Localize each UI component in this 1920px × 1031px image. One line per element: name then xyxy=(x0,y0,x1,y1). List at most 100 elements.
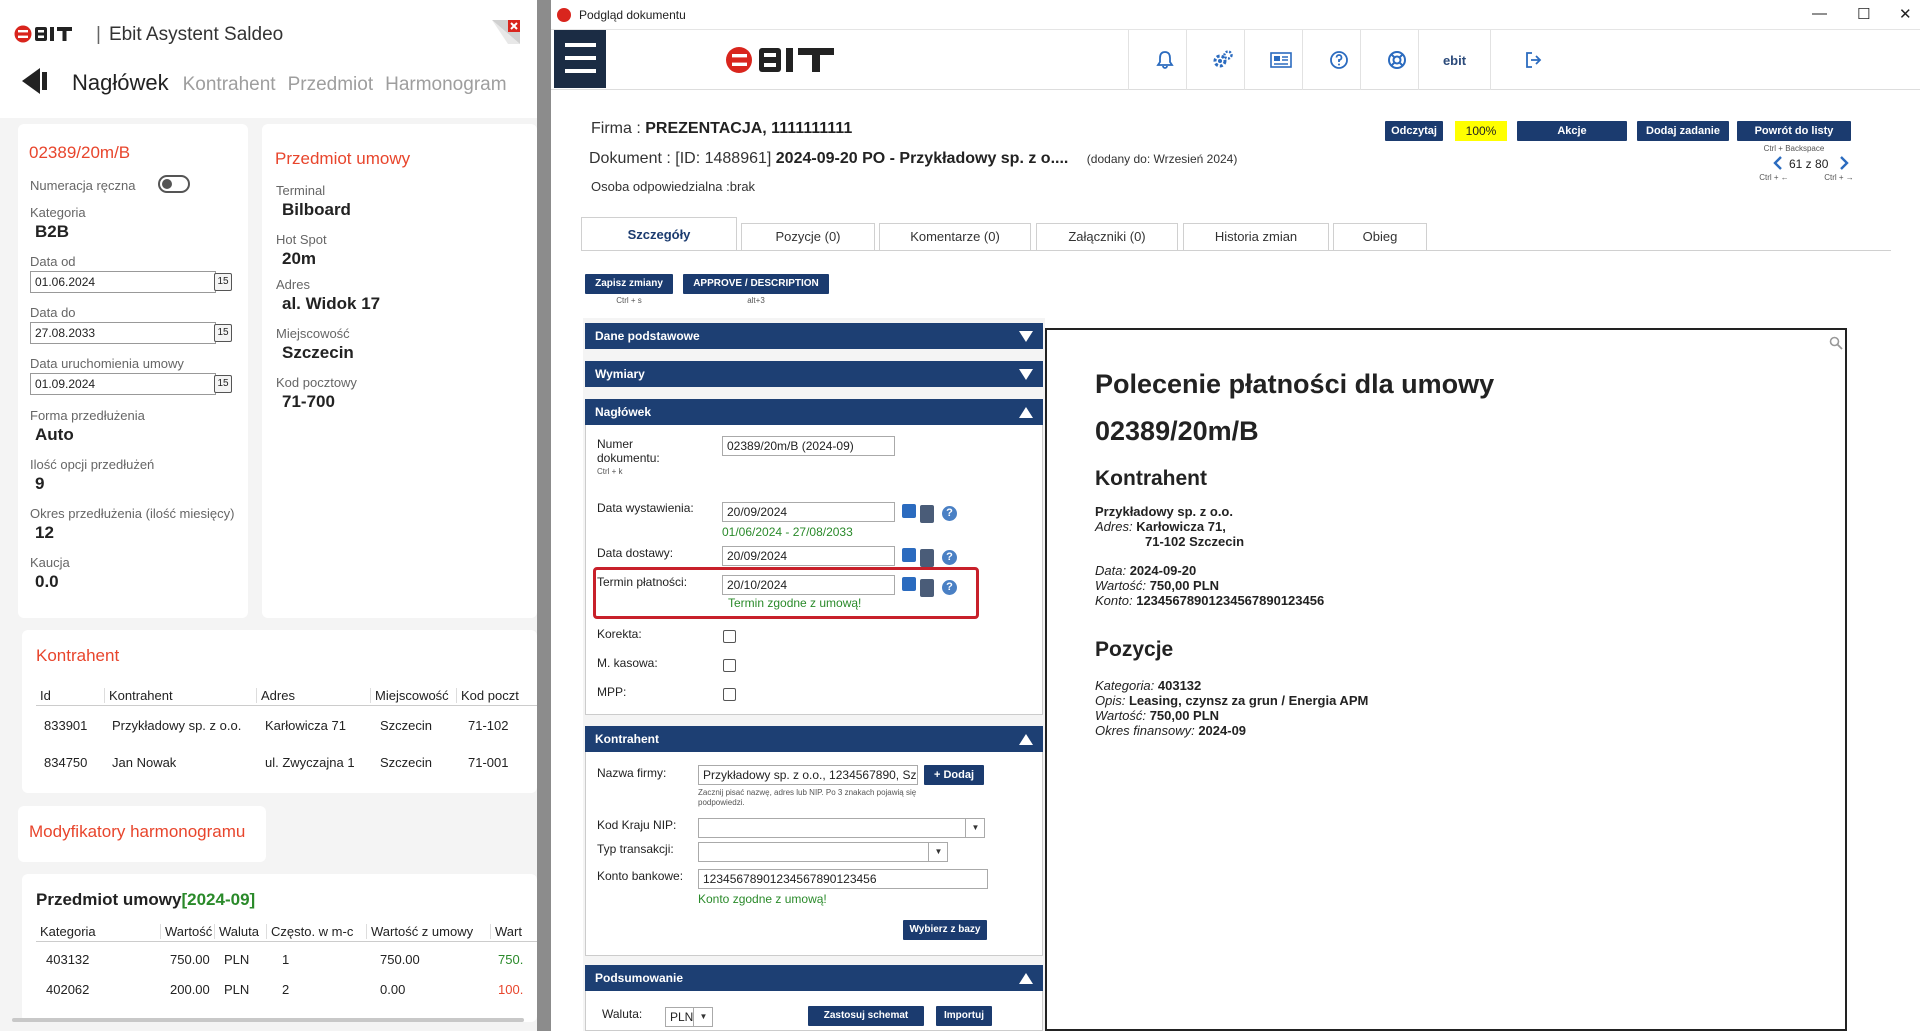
table-row[interactable]: 833901 Przykładowy sp. z o.o. Karłowicza… xyxy=(36,718,537,738)
table-row[interactable]: 834750 Jan Nowak ul. Zwyczajna 1 Szczeci… xyxy=(36,755,537,775)
calendar-icon[interactable]: 15 xyxy=(214,273,232,291)
extension-form-label: Forma przedłużenia xyxy=(30,408,145,423)
address-value: al. Widok 17 xyxy=(282,294,381,313)
issue-date-input[interactable]: 20/09/2024 xyxy=(722,502,895,522)
next-arrow-icon[interactable] xyxy=(1838,156,1850,170)
tab-workflow[interactable]: Obieg xyxy=(1333,223,1427,251)
left-tab-naglowek[interactable]: Nagłówek xyxy=(72,70,169,95)
section-contractor[interactable]: Kontrahent xyxy=(585,726,1043,752)
spinner-icon[interactable] xyxy=(920,505,934,523)
cell-contractor: Jan Nowak xyxy=(112,755,177,770)
transaction-type-select[interactable] xyxy=(698,842,948,862)
tab-bar: Szczegóły Pozycje (0) Komentarze (0) Zał… xyxy=(581,217,1881,251)
actions-button[interactable]: Akcje xyxy=(1517,121,1627,141)
left-tab-przedmiot[interactable]: Przedmiot xyxy=(288,74,374,95)
import-button[interactable]: Importuj xyxy=(936,1006,992,1026)
zoom-level[interactable]: 100% xyxy=(1455,121,1507,141)
bank-account-input[interactable]: 12345678901234567890123456 xyxy=(698,869,988,889)
company-name-input[interactable]: Przykładowy sp. z o.o., 1234567890, Szcz… xyxy=(698,765,918,785)
start-date-input[interactable]: 01.09.2024 xyxy=(30,373,216,395)
section-summary[interactable]: Podsumowanie xyxy=(585,965,1043,991)
back-to-list-button[interactable]: Powrót do listy xyxy=(1737,121,1851,141)
cell-id: 833901 xyxy=(44,718,88,733)
chevron-down-icon[interactable]: ▼ xyxy=(965,818,985,838)
spinner-icon[interactable] xyxy=(920,549,934,567)
approve-button[interactable]: APPROVE / DESCRIPTION xyxy=(683,274,829,294)
apply-scheme-button[interactable]: Zastosuj schemat xyxy=(808,1006,924,1026)
section-header[interactable]: Nagłówek xyxy=(585,399,1043,425)
cell-currency: PLN xyxy=(224,952,250,967)
tab-attachments[interactable]: Załączniki (0) xyxy=(1036,223,1178,251)
window-close-button[interactable]: ✕ xyxy=(1899,5,1912,23)
calendar-icon[interactable]: 15 xyxy=(214,324,232,342)
add-contractor-button[interactable]: + Dodaj xyxy=(924,765,984,785)
window-divider[interactable] xyxy=(537,0,551,1031)
calendar-icon[interactable] xyxy=(902,504,916,518)
section-dimensions[interactable]: Wymiary xyxy=(585,361,1043,387)
contractors-table: Id Kontrahent Adres Miejscowość Kod pocz… xyxy=(36,688,537,788)
magnifier-icon[interactable] xyxy=(1829,336,1843,350)
prev-arrow-icon[interactable] xyxy=(1772,156,1784,170)
read-button[interactable]: Odczytaj xyxy=(1385,121,1443,141)
table-header: Id Kontrahent Adres Miejscowość Kod pocz… xyxy=(36,688,537,706)
tab-history[interactable]: Historia zmian xyxy=(1183,223,1329,251)
save-hint: Ctrl + s xyxy=(616,296,642,305)
maximize-button[interactable]: ☐ xyxy=(1857,5,1870,23)
logout-button[interactable] xyxy=(1490,30,1574,90)
choose-from-db-button[interactable]: Wybierz z bazy xyxy=(903,920,987,940)
chevron-down-icon[interactable]: ▼ xyxy=(928,842,948,862)
manual-numbering-toggle[interactable] xyxy=(158,175,190,193)
document-line: Dokument : [ID: 1488961] 2024-09-20 PO -… xyxy=(589,150,1237,168)
city-value: Szczecin xyxy=(282,343,354,362)
tab-details[interactable]: Szczegóły xyxy=(581,217,737,251)
company-name-hint: Zacznij pisać nazwę, adres lub NIP. Po 3… xyxy=(698,788,917,807)
cell-city: Szczecin xyxy=(380,755,433,770)
app-icon xyxy=(557,8,571,22)
chevron-down-icon[interactable]: ▼ xyxy=(693,1007,713,1027)
tab-positions[interactable]: Pozycje (0) xyxy=(741,223,875,251)
approve-hint: alt+3 xyxy=(747,296,765,305)
left-tabs: Nagłówek Kontrahent Przedmiot Harmonogram xyxy=(72,70,519,96)
schedule-table: Kategoria Wartość Waluta Często. w m-c W… xyxy=(36,924,537,1020)
date-from-label: Data od xyxy=(30,254,76,269)
doc-number-input[interactable]: 02389/20m/B (2024-09) xyxy=(722,436,895,456)
preview-description: Opis: Leasing, czynsz za grun / Energia … xyxy=(1095,693,1369,708)
user-menu[interactable]: ebit xyxy=(1418,30,1490,90)
help-icon[interactable]: ? xyxy=(942,506,957,521)
col-category: Kategoria xyxy=(40,924,96,939)
logout-icon xyxy=(1525,52,1541,68)
close-icon[interactable] xyxy=(490,18,522,46)
help-icon[interactable]: ? xyxy=(942,550,957,565)
calendar-icon[interactable]: 15 xyxy=(214,375,232,393)
mpp-checkbox[interactable] xyxy=(723,688,736,701)
table-row[interactable]: 402062 200.00 PLN 2 0.00 100. xyxy=(36,982,537,1002)
date-from-input[interactable]: 01.06.2024 xyxy=(30,271,216,293)
subject-card: Przedmiot umowy Terminal Bilboard Hot Sp… xyxy=(262,124,537,618)
correction-checkbox[interactable] xyxy=(723,630,736,643)
schedule-title: Przedmiot umowy[2024-09] xyxy=(36,890,256,909)
modifiers-card: Modyfikatory harmonogramu xyxy=(18,806,266,862)
minimize-button[interactable]: — xyxy=(1812,5,1827,22)
left-tab-kontrahent[interactable]: Kontrahent xyxy=(183,74,276,95)
col-city: Miejscowość xyxy=(370,688,449,703)
delivery-date-input[interactable]: 20/09/2024 xyxy=(722,546,895,566)
nip-country-select[interactable] xyxy=(698,818,985,838)
horizontal-scrollbar[interactable] xyxy=(12,1018,524,1022)
left-tab-harmonogram[interactable]: Harmonogram xyxy=(385,74,506,95)
cash-checkbox[interactable] xyxy=(723,659,736,672)
back-arrow-icon[interactable] xyxy=(20,66,54,96)
preview-period: Okres finansowy: 2024-09 xyxy=(1095,723,1247,738)
section-basic-data[interactable]: Dane podstawowe xyxy=(585,323,1043,349)
mpp-label: MPP: xyxy=(597,685,627,699)
save-changes-button[interactable]: Zapisz zmiany xyxy=(585,274,673,294)
terminal-label: Terminal xyxy=(276,183,326,198)
date-to-input[interactable]: 27.08.2033 xyxy=(30,322,216,344)
chevron-down-icon xyxy=(1019,331,1033,342)
document-label: Dokument : [ID: 1488961] xyxy=(589,150,772,167)
calendar-icon[interactable] xyxy=(902,548,916,562)
tab-comments[interactable]: Komentarze (0) xyxy=(879,223,1031,251)
add-task-button[interactable]: Dodaj zadanie xyxy=(1637,121,1729,141)
preview-category: Kategoria: 403132 xyxy=(1095,678,1202,693)
hamburger-menu-icon[interactable] xyxy=(554,30,606,88)
table-row[interactable]: 403132 750.00 PLN 1 750.00 750. xyxy=(36,952,537,972)
